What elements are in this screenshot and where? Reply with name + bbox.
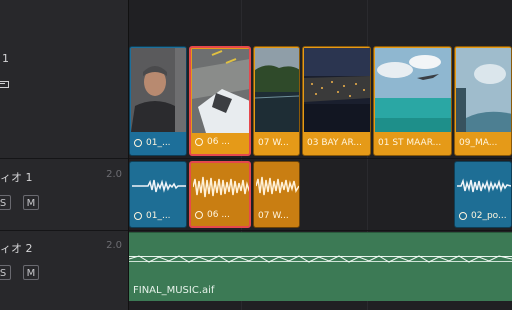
clip-label: 09_MA...	[459, 138, 498, 148]
mute-button[interactable]: M	[23, 195, 39, 210]
mute-button[interactable]: M	[23, 265, 39, 280]
clip-label: 06 ...	[191, 130, 249, 154]
link-icon	[193, 208, 205, 221]
waveform	[256, 176, 299, 196]
clip-label: 01_...	[130, 205, 186, 227]
video-track-name: 1	[2, 52, 9, 65]
clip-thumbnail	[131, 48, 186, 132]
clip-label: 03 BAY AR...	[307, 138, 362, 148]
track-divider	[129, 230, 512, 231]
clip-label: 01 ST MAAR...	[378, 138, 442, 148]
clip-label: 07 W...	[258, 138, 289, 148]
waveform	[132, 179, 186, 193]
clip-label: 02_po...	[455, 205, 511, 227]
clip-icon	[0, 81, 9, 88]
audio-track-1-header[interactable]: ィオ 1 2.0 S M	[0, 158, 128, 231]
music-clip[interactable]: FINAL_MUSIC.aif	[129, 232, 512, 301]
clip-thumbnail	[192, 49, 249, 133]
audio-track-2-header[interactable]: ィオ 2 2.0 S M	[0, 230, 128, 310]
video-clip[interactable]: 07 W...	[253, 46, 300, 156]
link-icon	[132, 136, 144, 149]
link-icon	[457, 209, 469, 222]
link-icon	[132, 209, 144, 222]
audio-clip[interactable]: 02_po...	[454, 161, 512, 228]
audio-clip[interactable]: 01_...	[129, 161, 187, 228]
waveform	[457, 178, 511, 193]
clip-thumbnail	[456, 48, 511, 132]
clip-thumbnail	[375, 48, 451, 132]
solo-button[interactable]: S	[0, 265, 11, 280]
clip-label: 07 W...	[258, 211, 289, 221]
video-clip[interactable]: 03 BAY AR...	[302, 46, 371, 156]
video-clip[interactable]: 01_...	[129, 46, 187, 156]
audio-track-2-channel: 2.0	[106, 240, 122, 251]
audio-track-2-name: ィオ 2	[0, 242, 33, 255]
audio-track-1-name: ィオ 1	[0, 171, 33, 184]
music-clip-label: FINAL_MUSIC.aif	[133, 285, 215, 296]
waveform	[129, 255, 512, 263]
track-header-column: 1 ィオ 1 2.0 S M ィオ 2 2.0 S M	[0, 0, 129, 310]
audio-track-1-channel: 2.0	[106, 169, 122, 180]
video-track-header[interactable]: 1	[0, 0, 128, 159]
solo-button[interactable]: S	[0, 195, 11, 210]
clip-thumbnail	[255, 48, 299, 132]
video-clip[interactable]: 01 ST MAAR...	[373, 46, 452, 156]
track-divider	[129, 158, 512, 159]
audio-clip[interactable]: 06 ...	[189, 161, 251, 228]
clip-label: 01_...	[130, 131, 186, 155]
clip-thumbnail	[304, 48, 370, 132]
audio-clip[interactable]: 07 W...	[253, 161, 300, 228]
link-icon	[193, 135, 205, 148]
video-clip[interactable]: 06 ...	[189, 46, 251, 156]
clip-label: 06 ...	[191, 204, 249, 226]
video-clip[interactable]: 09_MA...	[454, 46, 512, 156]
waveform	[193, 176, 249, 198]
